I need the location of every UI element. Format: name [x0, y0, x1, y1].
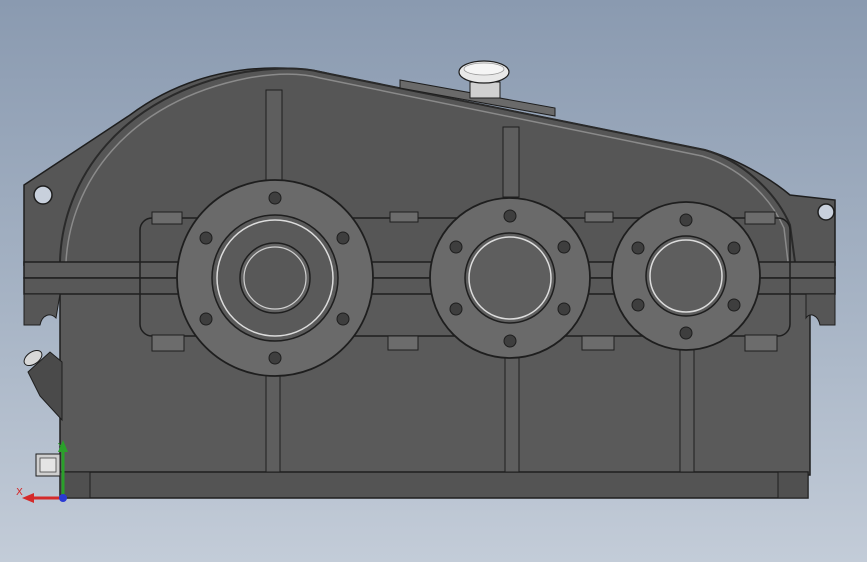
output-bearing-cap: [611, 201, 761, 351]
x-axis-arrow-icon: [22, 493, 34, 503]
z-axis-dot-icon: [59, 494, 67, 502]
input-bearing-cap: [176, 179, 374, 377]
coordinate-triad: Y X: [16, 440, 68, 503]
x-axis-label: X: [16, 487, 23, 498]
y-axis-label: Y: [57, 442, 65, 453]
oil-level-indicator: [23, 349, 63, 422]
cad-viewport[interactable]: Y X: [0, 0, 867, 562]
gearbox-model[interactable]: [0, 0, 867, 562]
intermediate-bearing-cap: [429, 197, 591, 359]
